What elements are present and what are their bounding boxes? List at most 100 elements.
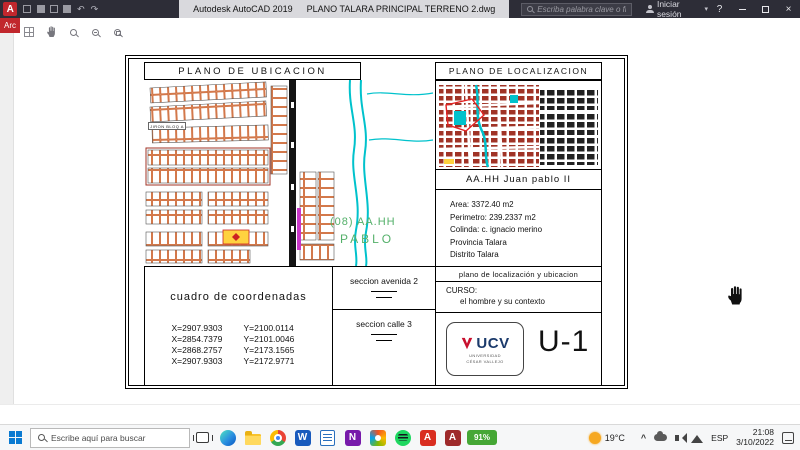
chrome-app[interactable] xyxy=(265,425,290,450)
titlebar: A ↶ ↷ Autodesk AutoCAD 2019 PLANO TALARA… xyxy=(0,0,800,19)
zoom-icon[interactable] xyxy=(66,25,80,39)
word-icon: W xyxy=(294,429,311,446)
task-view-icon xyxy=(192,432,213,443)
ucv-logo-mark-icon xyxy=(462,337,473,349)
canvas-divider xyxy=(0,404,800,405)
section-line-symbol xyxy=(376,340,392,341)
edge-app[interactable] xyxy=(215,425,240,450)
clock[interactable]: 21:08 3/10/2022 xyxy=(736,427,774,447)
drawing-sheet: PLANO DE UBICACION PLANO DE LOCALIZACION xyxy=(125,55,628,389)
pan-hand-icon[interactable] xyxy=(44,25,58,39)
zoom-window-icon[interactable] xyxy=(110,25,124,39)
ubicacion-map: JIRON BLOQ A (08) AA.HH PABLO xyxy=(144,80,435,266)
coord-y: Y=2100.0114 xyxy=(243,323,294,333)
left-gutter xyxy=(0,33,14,404)
sign-in-button[interactable]: Iniciar sesión ▾ xyxy=(645,0,708,19)
help-search-input[interactable] xyxy=(537,4,626,14)
coord-x: X=2907.9303 xyxy=(171,356,223,366)
autocad-app[interactable]: A xyxy=(440,425,465,450)
street-name-label: JIRON BLOQ A xyxy=(148,122,186,130)
onenote-app[interactable]: N xyxy=(340,425,365,450)
course-box: CURSO: el hombre y su contexto xyxy=(435,281,602,313)
open-file-icon[interactable] xyxy=(34,2,47,16)
ucv-logo-text: UCV xyxy=(476,334,510,352)
print-icon[interactable] xyxy=(61,2,74,16)
coord-y: Y=2173.1565 xyxy=(243,345,295,355)
acrobat-icon: A xyxy=(419,429,436,446)
network-icon[interactable] xyxy=(691,429,704,443)
taskbar-search-field[interactable] xyxy=(30,427,190,448)
system-tray: ^ ESP 21:08 3/10/2022 xyxy=(641,427,800,447)
task-view-button[interactable] xyxy=(190,425,215,450)
file-explorer-app[interactable] xyxy=(240,425,265,450)
map-text-aahh: (08) AA.HH xyxy=(330,216,396,228)
close-button[interactable]: × xyxy=(777,0,800,18)
details-box: Area: 3372.40 m2 Perimetro: 239.2337 m2 … xyxy=(435,189,602,267)
notification-center-icon[interactable] xyxy=(782,431,794,444)
detail-perimetro: Perimetro: 239.2337 m2 xyxy=(450,212,536,222)
windows-taskbar: W N A A 91% 19°C ^ ESP 21:08 3/10/2022 xyxy=(0,424,800,450)
redo-icon[interactable]: ↷ xyxy=(88,2,101,16)
autocad-logo-icon[interactable]: A xyxy=(3,2,18,16)
language-indicator[interactable]: ESP xyxy=(711,433,728,443)
screen: A ↶ ↷ Autodesk AutoCAD 2019 PLANO TALARA… xyxy=(0,0,800,450)
coord-y: Y=2101.0046 xyxy=(243,334,295,344)
date: 3/10/2022 xyxy=(736,436,774,447)
coord-row: X=2907.9303 Y=2172.9771 xyxy=(145,356,332,367)
grid-icon[interactable] xyxy=(22,25,36,39)
coordinates-list: X=2907.9303 Y=2100.0114 X=2854.7379 Y=2101… xyxy=(145,323,332,367)
plan-name-label: plano de localización y ubicacion xyxy=(435,266,602,282)
sheet-code: U-1 xyxy=(538,325,590,358)
photos-app[interactable] xyxy=(365,425,390,450)
localizacion-map xyxy=(435,80,602,170)
file-menu-button[interactable]: Arc xyxy=(0,18,20,33)
chrome-icon xyxy=(269,429,286,446)
folder-icon xyxy=(244,430,261,445)
undo-icon[interactable]: ↶ xyxy=(74,2,87,16)
detail-colinda: Colinda: c. ignacio merino xyxy=(450,225,543,234)
acrobat-app[interactable]: A xyxy=(415,425,440,450)
titlebar-right: ? × xyxy=(708,0,800,18)
app-title: Autodesk AutoCAD 2019 xyxy=(193,4,293,14)
course-value: el hombre y su contexto xyxy=(460,297,545,306)
word-app[interactable]: W xyxy=(290,425,315,450)
coord-row: X=2907.9303 Y=2100.0114 xyxy=(145,323,332,334)
detail-provincia: Provincia Talara xyxy=(450,237,507,247)
help-search-field[interactable] xyxy=(521,2,632,16)
coord-row: X=2854.7379 Y=2101.0046 xyxy=(145,334,332,345)
taskbar-search-input[interactable] xyxy=(51,432,182,443)
aahh-title: AA.HH Juan pablo II xyxy=(435,169,602,190)
help-icon[interactable]: ? xyxy=(708,0,731,18)
sun-icon xyxy=(588,431,601,444)
document-app[interactable] xyxy=(315,425,340,450)
weather-widget[interactable]: 19°C xyxy=(588,431,625,444)
hand-cursor xyxy=(726,286,744,311)
onedrive-icon[interactable] xyxy=(654,431,668,441)
ucv-logo: UCV UNIVERSIDAD CÉSAR VALLEJO xyxy=(446,322,524,376)
new-file-icon[interactable] xyxy=(20,2,33,16)
ubicacion-title: PLANO DE UBICACION xyxy=(144,62,361,80)
map-text-pablo: PABLO xyxy=(340,232,395,246)
minimize-button[interactable] xyxy=(731,0,754,18)
ucv-caption-1: UNIVERSIDAD xyxy=(469,352,501,358)
edge-icon xyxy=(219,429,236,446)
coord-x: X=2854.7379 xyxy=(171,334,223,344)
maximize-button[interactable] xyxy=(754,0,777,18)
battery-status-badge[interactable]: 91% xyxy=(467,430,497,445)
course-label: CURSO: xyxy=(446,286,478,295)
ucv-caption-2: CÉSAR VALLEJO xyxy=(466,358,504,364)
zoom-in-icon[interactable] xyxy=(88,25,102,39)
weather-temp: 19°C xyxy=(604,432,625,443)
detail-distrito: Distrito Talara xyxy=(450,250,499,259)
volume-icon[interactable] xyxy=(675,432,688,443)
tray-chevron-icon[interactable]: ^ xyxy=(641,433,646,443)
spotify-app[interactable] xyxy=(390,425,415,450)
document-tab[interactable]: Autodesk AutoCAD 2019 PLANO TALARA PRINC… xyxy=(179,0,510,18)
save-icon[interactable] xyxy=(47,2,60,16)
start-button[interactable] xyxy=(0,425,30,450)
photos-icon xyxy=(369,429,386,446)
section-line-symbol xyxy=(371,334,397,335)
detail-area: Area: 3372.40 m2 xyxy=(450,200,514,209)
coord-row: X=2868.2757 Y=2173.1565 xyxy=(145,345,332,356)
coord-x: X=2868.2757 xyxy=(171,345,223,355)
